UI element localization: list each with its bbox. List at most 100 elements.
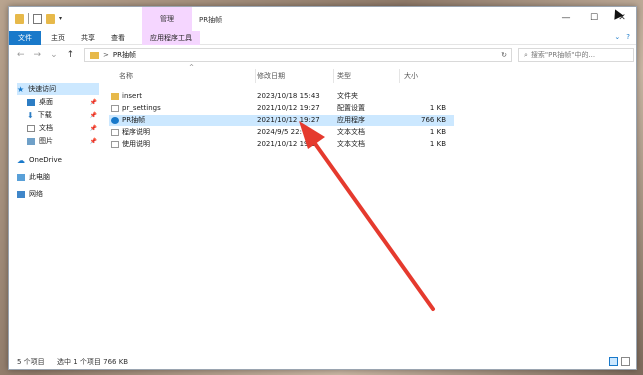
file-row[interactable]: insert 2023/10/18 15:43 文件夹 [109,91,454,102]
computer-icon [17,173,25,181]
maximize-button[interactable]: ☐ [580,11,608,25]
file-size: 1 KB [429,104,446,112]
back-arrow-icon[interactable]: ← [17,50,25,60]
file-name: 使用说明 [122,140,150,148]
address-bar[interactable]: > PR抽帧 ↻ [84,48,512,62]
manage-tab[interactable]: 管理 [142,7,192,31]
folder-icon [90,51,99,59]
navigation-pane: ★ 快速访问 桌面 📌 ⬇ 下载 📌 文档 📌 图片 📌 ☁ OneDrive [9,66,101,353]
nav-item-label: 快速访问 [28,85,57,93]
tab-home[interactable]: 主页 [43,31,73,45]
recent-locations-icon[interactable]: ⌄ [50,50,58,60]
nav-item-documents[interactable]: 文档 📌 [27,122,99,134]
properties-icon[interactable] [33,13,42,24]
up-arrow-icon[interactable]: ↑ [67,50,75,60]
view-toggle [609,357,630,366]
expand-ribbon-icon[interactable]: ⌄ [614,33,620,41]
nav-item-network[interactable]: 网络 [17,188,99,200]
network-icon [17,190,25,198]
file-date: 2021/10/12 19:2 [257,140,316,148]
picture-icon [27,137,35,145]
nav-item-label: OneDrive [29,156,62,164]
file-size [386,91,446,102]
column-divider[interactable] [255,69,256,83]
nav-item-pictures[interactable]: 图片 📌 [27,135,99,147]
search-placeholder: 搜索"PR抽帧"中的... [530,51,596,59]
file-date: 2021/10/12 19:27 [257,104,320,112]
nav-item-this-pc[interactable]: 此电脑 [17,171,99,183]
search-box[interactable]: ⌕ 搜索"PR抽帧"中的... [518,48,634,62]
large-icons-view-icon[interactable] [621,357,630,366]
tab-file[interactable]: 文件 [9,31,41,45]
file-size: 1 KB [429,128,446,136]
nav-item-label: 文档 [39,124,53,132]
nav-item-label: 此电脑 [29,173,50,181]
text-file-icon [111,129,119,136]
details-view-icon[interactable] [609,357,618,366]
tab-application-tools[interactable]: 应用程序工具 [142,31,200,45]
ribbon-tabs: 文件 主页 共享 查看 应用程序工具 ⌄ ? [9,31,636,45]
column-header-size[interactable]: 大小 [404,71,418,83]
pin-icon: 📌 [89,98,97,106]
file-size: 766 KB [421,116,446,124]
nav-item-label: 下载 [37,111,52,119]
pin-icon: 📌 [89,111,97,119]
file-date: 2024/9/5 22: [257,128,302,136]
breadcrumb-current[interactable]: PR抽帧 [113,50,136,60]
status-bar: 5 个项目 选中 1 个项目 766 KB [9,355,636,369]
file-type: 文本文档 [337,128,365,136]
column-divider[interactable] [333,69,334,83]
pin-icon: 📌 [89,137,97,145]
column-header-name[interactable]: 名称 [119,71,133,83]
file-type: 应用程序 [337,116,365,124]
customize-toolbar-icon[interactable]: ▾ [59,15,62,22]
nav-item-desktop[interactable]: 桌面 📌 [27,96,99,108]
file-date: 2023/10/18 15:43 [257,92,320,100]
document-icon [27,124,35,132]
file-type: 配置设置 [337,104,365,112]
download-icon: ⬇ [27,110,34,120]
nav-item-label: 图片 [39,137,53,145]
column-header-date[interactable]: 修改日期 [257,71,285,83]
star-icon: ★ [17,84,25,94]
sort-ascending-icon: ^ [189,64,195,71]
text-file-icon [111,141,119,148]
folder-icon[interactable] [15,13,24,24]
item-count: 5 个项目 [17,358,45,366]
address-bar-row: ← → ⌄ ↑ > PR抽帧 ↻ ⌕ 搜索"PR抽帧"中的... [9,47,636,64]
file-row-selected[interactable]: PR抽帧 2021/10/12 19:27 应用程序 766 KB [109,115,454,126]
nav-item-downloads[interactable]: ⬇ 下载 📌 [27,109,99,121]
selection-info: 选中 1 个项目 766 KB [57,358,129,366]
file-row[interactable]: 使用说明 2021/10/12 19:2 文本文档 1 KB [109,139,454,150]
forward-arrow-icon[interactable]: → [34,50,42,60]
tab-view[interactable]: 查看 [103,31,133,45]
file-type: 文本文档 [337,140,365,148]
file-row[interactable]: pr_settings 2021/10/12 19:27 配置设置 1 KB [109,103,454,114]
chevron-right-icon[interactable]: > [103,51,109,59]
file-row[interactable]: 程序说明 2024/9/5 22: 文本文档 1 KB [109,127,454,138]
refresh-icon[interactable]: ↻ [501,51,507,59]
ribbon-right: ⌄ ? [614,33,630,41]
nav-item-label: 桌面 [39,98,53,106]
column-divider[interactable] [399,69,400,83]
column-header-type[interactable]: 类型 [337,71,351,83]
tab-share[interactable]: 共享 [73,31,103,45]
settings-file-icon [111,105,119,112]
file-name: 程序说明 [122,128,150,136]
minimize-button[interactable]: — [552,11,580,25]
folder-icon [111,93,119,100]
help-icon[interactable]: ? [626,33,630,41]
file-name: insert [122,92,142,100]
nav-buttons: ← → ⌄ ↑ [17,50,74,60]
pin-icon: 📌 [89,124,97,132]
window-controls: — ☐ ✕ [552,11,636,25]
explorer-window: ▾ 管理 PR抽帧 — ☐ ✕ 文件 主页 共享 查看 应用程序工具 ⌄ ? ←… [8,6,637,370]
nav-item-label: 网络 [29,190,43,198]
file-name: pr_settings [122,104,161,112]
file-date: 2021/10/12 19:27 [257,116,320,124]
quick-access-toolbar: ▾ [15,13,62,24]
new-folder-icon[interactable] [46,13,55,24]
nav-item-quick-access[interactable]: ★ 快速访问 [17,83,99,95]
toolbar-divider [28,13,29,24]
nav-item-onedrive[interactable]: ☁ OneDrive [17,154,99,166]
